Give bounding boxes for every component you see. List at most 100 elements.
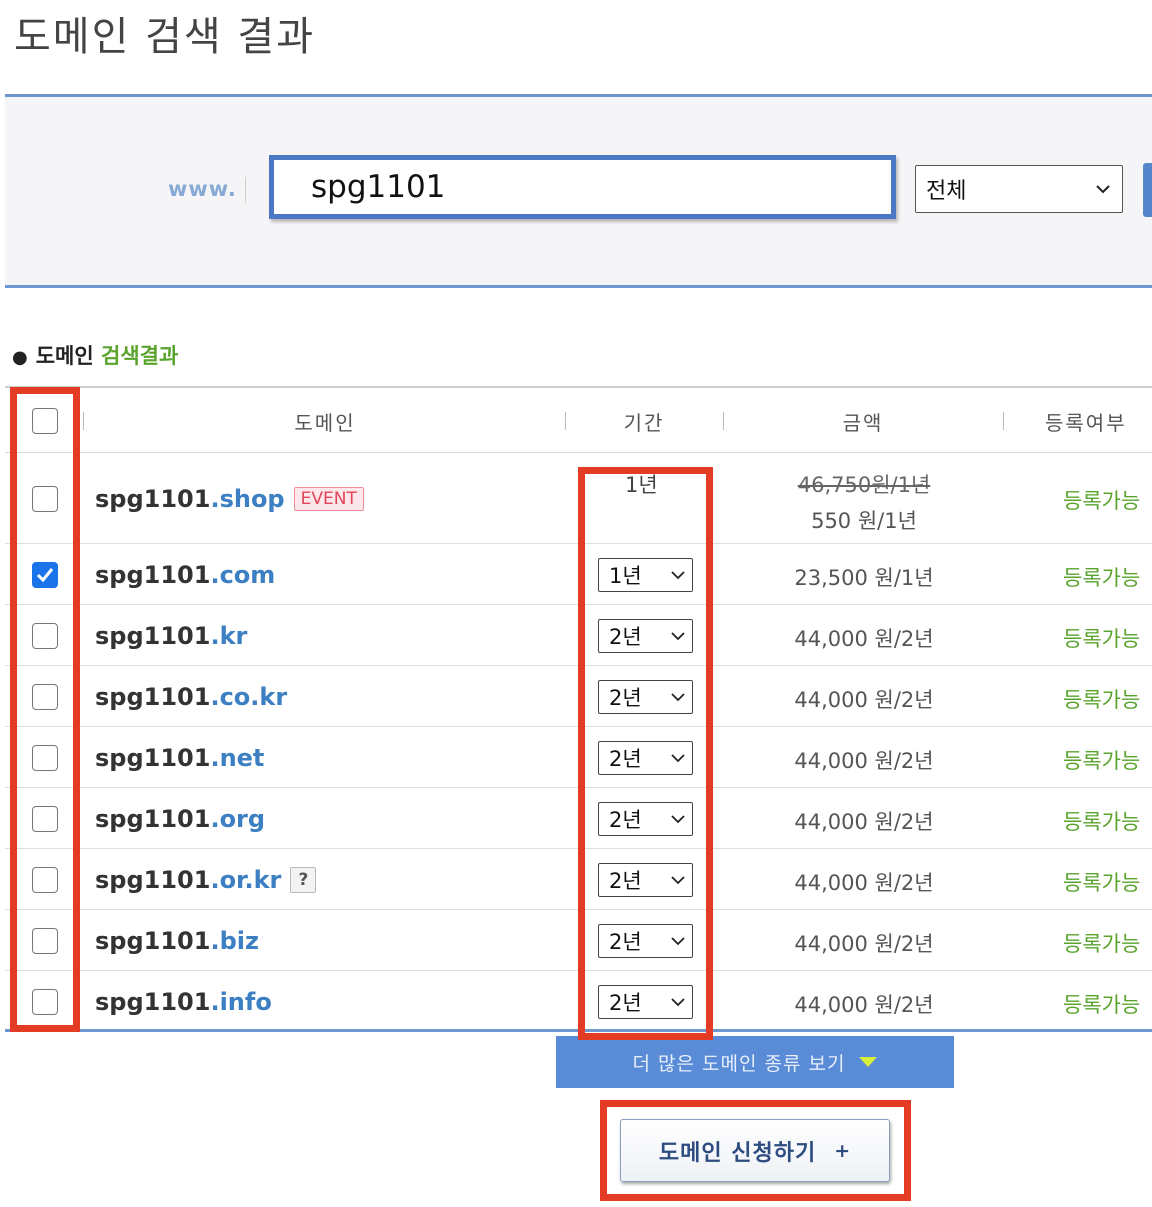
price: 44,000 원/2년 bbox=[794, 870, 934, 895]
domain-name: spg1101 bbox=[95, 621, 211, 650]
status-available: 등록가능 bbox=[1063, 809, 1141, 834]
table-row: spg1101 .co.kr 2년 44,000 원/2년 등록가능 bbox=[5, 666, 1152, 727]
domain-cell: spg1101 .shop EVENT bbox=[95, 484, 364, 514]
row-checkbox[interactable] bbox=[32, 988, 58, 1015]
period-select[interactable]: 2년 bbox=[598, 862, 693, 897]
price: 44,000 원/2년 bbox=[794, 687, 934, 712]
bullet-icon: ● bbox=[12, 347, 28, 368]
period-select[interactable]: 2년 bbox=[598, 923, 693, 958]
row-checkbox[interactable] bbox=[32, 927, 58, 954]
domain-tld: .com bbox=[210, 560, 276, 589]
tld-filter-select[interactable]: 전체 bbox=[915, 165, 1123, 213]
price: 23,500 원/1년 bbox=[794, 565, 934, 590]
domain-name: spg1101 bbox=[95, 682, 211, 711]
table-header: 도메인 기간 금액 등록여부 bbox=[5, 386, 1152, 453]
chevron-down-icon bbox=[671, 570, 685, 579]
period-select[interactable]: 2년 bbox=[598, 618, 693, 653]
period-select[interactable]: 2년 bbox=[598, 984, 693, 1019]
chevron-down-icon bbox=[1096, 185, 1110, 194]
domain-name: spg1101 bbox=[95, 743, 211, 772]
row-checkbox[interactable] bbox=[32, 683, 58, 710]
period-select[interactable]: 2년 bbox=[598, 679, 693, 714]
table-row: spg1101 .org 2년 44,000 원/2년 등록가능 bbox=[5, 788, 1152, 849]
triangle-down-icon bbox=[859, 1057, 878, 1067]
www-prefix: www. bbox=[168, 177, 237, 201]
domain-tld: .biz bbox=[210, 926, 259, 955]
price: 550 원/1년 bbox=[811, 508, 917, 533]
domain-tld: .org bbox=[210, 804, 266, 833]
chevron-down-icon bbox=[671, 997, 685, 1006]
domain-name: spg1101 bbox=[95, 804, 211, 833]
tld-filter-value: 전체 bbox=[926, 179, 967, 204]
header-divider bbox=[1003, 412, 1004, 430]
domain-name: spg1101 bbox=[95, 926, 211, 955]
domain-tld: .info bbox=[210, 987, 272, 1016]
results-table: 도메인 기간 금액 등록여부 spg1101 .shop EVENT 1년 46,750… bbox=[5, 386, 1152, 1032]
period-value: 2년 bbox=[609, 746, 642, 771]
domain-cell: spg1101 .info bbox=[95, 987, 272, 1017]
column-header-status: 등록여부 bbox=[1045, 411, 1127, 435]
row-checkbox[interactable] bbox=[32, 622, 58, 649]
row-checkbox[interactable] bbox=[32, 744, 58, 771]
event-badge: EVENT bbox=[293, 486, 364, 511]
period-select[interactable]: 1년 bbox=[598, 557, 693, 592]
period-value: 2년 bbox=[609, 807, 642, 832]
column-header-period: 기간 bbox=[623, 411, 665, 435]
status-available: 등록가능 bbox=[1063, 748, 1141, 773]
period-value: 2년 bbox=[609, 868, 642, 893]
status-available: 등록가능 bbox=[1063, 931, 1141, 956]
chevron-down-icon bbox=[671, 875, 685, 884]
page: 도메인 검색 결과 www. 전체 ● 도메인 검색결과 도메인 기간 금액 등록… bbox=[0, 0, 1152, 1207]
results-heading-accent: 검색결과 bbox=[101, 344, 179, 368]
period-select[interactable]: 2년 bbox=[598, 740, 693, 775]
domain-tld: .shop bbox=[210, 484, 285, 513]
row-checkbox[interactable] bbox=[32, 561, 58, 588]
header-divider bbox=[83, 412, 84, 430]
chevron-down-icon bbox=[671, 631, 685, 640]
row-checkbox[interactable] bbox=[32, 805, 58, 832]
page-title: 도메인 검색 결과 bbox=[14, 14, 316, 60]
price: 44,000 원/2년 bbox=[794, 748, 934, 773]
row-checkbox[interactable] bbox=[32, 866, 58, 893]
table-row: spg1101 .shop EVENT 1년 46,750원/1년 550 원/1년 등록가… bbox=[5, 453, 1152, 544]
domain-cell: spg1101 .org bbox=[95, 804, 265, 834]
chevron-down-icon bbox=[671, 692, 685, 701]
chevron-down-icon bbox=[671, 936, 685, 945]
plus-icon: + bbox=[834, 1139, 852, 1162]
domain-name: spg1101 bbox=[95, 560, 211, 589]
search-button[interactable] bbox=[1143, 163, 1152, 217]
apply-domain-button[interactable]: 도메인 신청하기 + bbox=[620, 1119, 890, 1182]
domain-cell: spg1101 .biz bbox=[95, 926, 259, 956]
help-icon[interactable]: ? bbox=[290, 866, 317, 893]
domain-cell: spg1101 .net bbox=[95, 743, 264, 773]
period-value: 1년 bbox=[625, 472, 658, 497]
domain-cell: spg1101 .kr bbox=[95, 621, 247, 651]
more-domain-types-button[interactable]: 더 많은 도메인 종류 보기 bbox=[556, 1036, 954, 1088]
table-row: spg1101 .com 1년 23,500 원/1년 등록가능 bbox=[5, 544, 1152, 605]
domain-cell: spg1101 .co.kr bbox=[95, 682, 287, 712]
domain-name: spg1101 bbox=[95, 484, 211, 513]
domain-search-input[interactable] bbox=[269, 155, 896, 219]
more-domain-types-label: 더 많은 도메인 종류 보기 bbox=[632, 1052, 846, 1075]
select-all-checkbox[interactable] bbox=[32, 408, 58, 434]
row-checkbox[interactable] bbox=[32, 485, 58, 512]
price: 44,000 원/2년 bbox=[794, 931, 934, 956]
period-value: 2년 bbox=[609, 624, 642, 649]
status-available: 등록가능 bbox=[1063, 626, 1141, 651]
price: 44,000 원/2년 bbox=[794, 992, 934, 1017]
results-heading: ● 도메인 검색결과 bbox=[12, 340, 178, 370]
table-row: spg1101 .kr 2년 44,000 원/2년 등록가능 bbox=[5, 605, 1152, 666]
search-panel: www. 전체 bbox=[5, 94, 1152, 288]
price-cell: 46,750원/1년 550 원/1년 bbox=[705, 469, 1023, 535]
status-available: 등록가능 bbox=[1063, 992, 1141, 1017]
original-price: 46,750원/1년 bbox=[797, 472, 931, 497]
status-available: 등록가능 bbox=[1063, 870, 1141, 895]
domain-tld: .or.kr bbox=[210, 865, 282, 894]
domain-tld: .kr bbox=[210, 621, 248, 650]
domain-name: spg1101 bbox=[95, 987, 211, 1016]
checkmark-icon bbox=[36, 567, 54, 582]
table-body: spg1101 .shop EVENT 1년 46,750원/1년 550 원/1년 등록가… bbox=[5, 453, 1152, 1032]
chevron-down-icon bbox=[671, 814, 685, 823]
price: 44,000 원/2년 bbox=[794, 809, 934, 834]
period-select[interactable]: 2년 bbox=[598, 801, 693, 836]
